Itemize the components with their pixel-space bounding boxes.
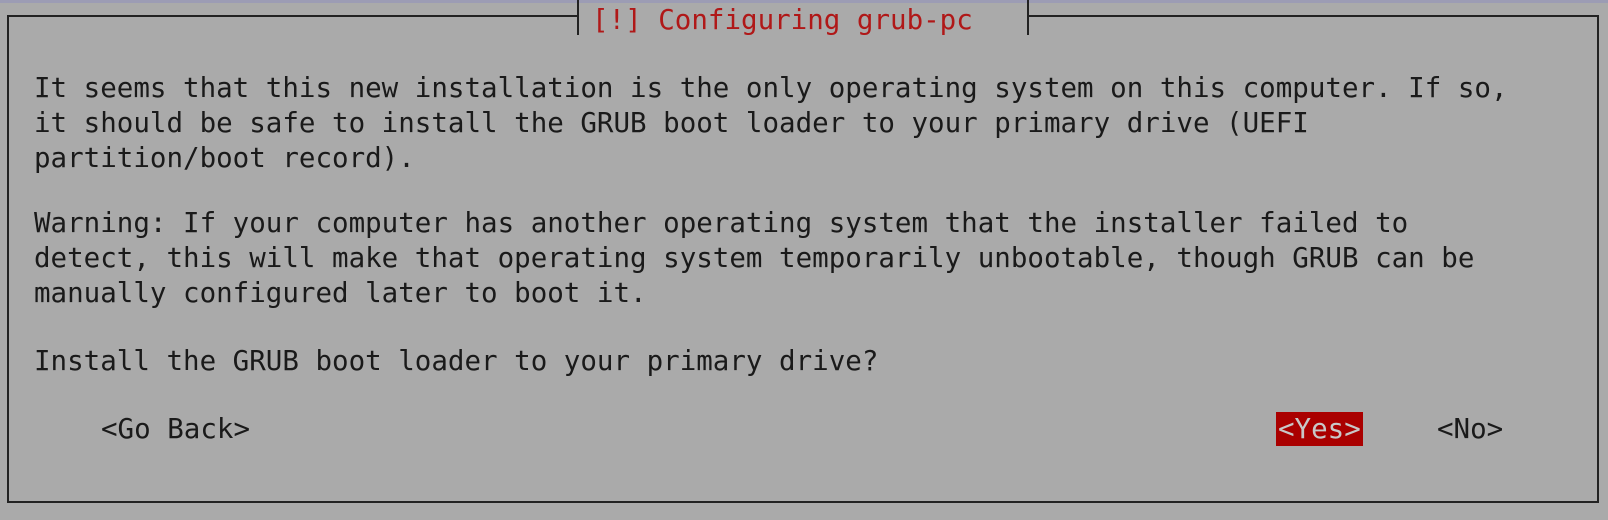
text-line: partition/boot record). (34, 142, 415, 174)
question-text: Install the GRUB boot loader to your pri… (34, 345, 879, 377)
go-back-button[interactable]: <Go Back> (101, 412, 250, 446)
frame-top-right (1028, 15, 1599, 17)
yes-button[interactable]: <Yes> (1276, 412, 1363, 446)
frame-top-left (7, 15, 578, 17)
title-bracket-left (577, 0, 579, 35)
dialog-title: [!] Configuring grub-pc (592, 4, 973, 36)
title-bracket-right (1027, 0, 1029, 35)
text-line: It seems that this new installation is t… (34, 72, 1508, 104)
text-line: manually configured later to boot it. (34, 277, 647, 309)
text-line: it should be safe to install the GRUB bo… (34, 107, 1309, 139)
text-line: Warning: If your computer has another op… (34, 207, 1409, 239)
no-button[interactable]: <No> (1437, 412, 1503, 446)
text-line: detect, this will make that operating sy… (34, 242, 1475, 274)
